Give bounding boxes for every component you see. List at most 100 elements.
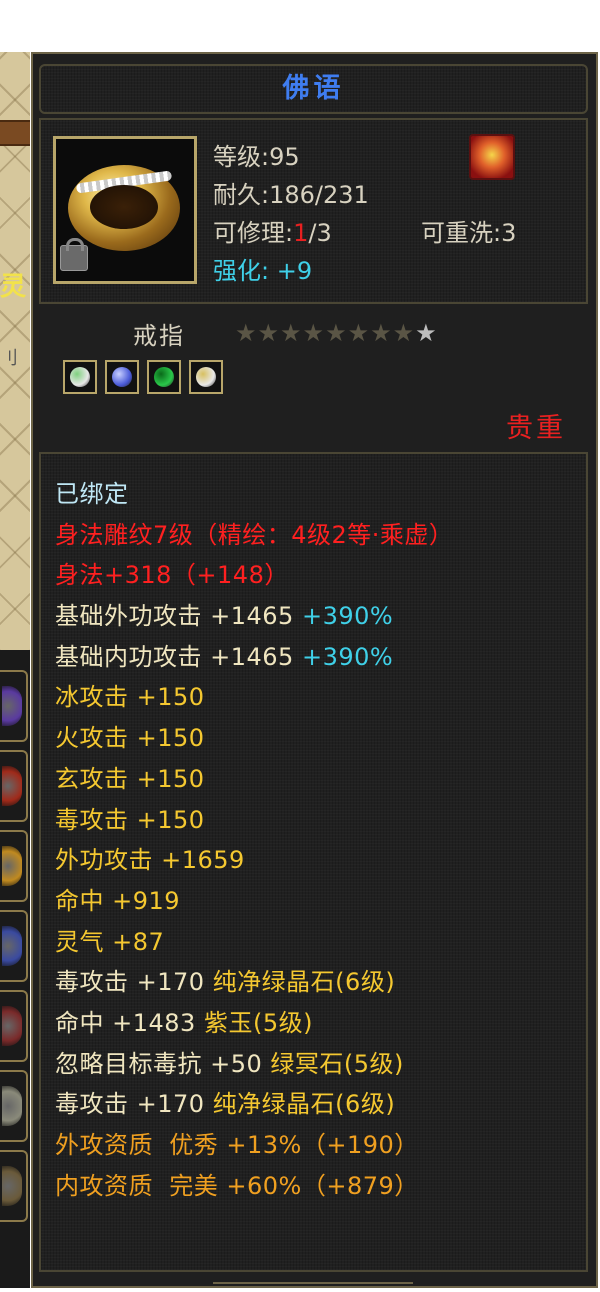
level-value: 95 — [269, 143, 300, 171]
equipment-slot-item-icon — [2, 766, 22, 806]
attribute-text: 内攻资质 完美 +60%（+879） — [55, 1171, 419, 1200]
rewash-label: 可重洗: — [421, 219, 502, 247]
attribute-text: 身法雕纹7级（精绘：4级2等·乘虚） — [55, 520, 454, 549]
attribute-text: 毒攻击 +170 — [55, 968, 213, 997]
attribute-line: 毒攻击 +150 — [55, 800, 453, 841]
attribute-text: 冰攻击 +150 — [55, 683, 205, 712]
equipment-slot-item-icon — [2, 1166, 22, 1206]
star-icon: ★ — [325, 319, 347, 347]
star-icon: ★ — [392, 319, 415, 347]
equipment-slot[interactable] — [0, 830, 28, 902]
white-gem-icon — [196, 367, 216, 387]
equipment-slot-item-icon — [2, 926, 22, 966]
attribute-text: 毒攻击 +150 — [55, 805, 205, 834]
star-icon: ★ — [302, 319, 325, 347]
attribute-text: 毒攻击 +170 — [55, 1090, 213, 1119]
attribute-line: 身法雕纹7级（精绘：4级2等·乘虚） — [55, 515, 453, 556]
level-label: 等级: — [213, 143, 270, 171]
attribute-text: 纯净绿晶石(6级) — [212, 1090, 396, 1119]
item-enhance: 强化: +9 — [213, 256, 312, 286]
attribute-list: 已绑定身法雕纹7级（精绘：4级2等·乘虚） 身法+318（+148） 基础外功攻击 … — [55, 474, 453, 1206]
background-text-fragment: 灵 — [0, 272, 27, 302]
attribute-text: 身法+318（+148） — [55, 561, 289, 590]
green-gem-icon — [154, 367, 174, 387]
attribute-line: 已绑定 — [55, 474, 453, 515]
equipment-slot[interactable] — [0, 750, 28, 822]
enhance-label: 强化: — [213, 257, 277, 285]
equipment-slot-item-icon — [2, 1006, 22, 1046]
attribute-text: +390% — [301, 602, 394, 631]
equipment-slot[interactable] — [0, 1070, 28, 1142]
attribute-line: 火攻击 +150 — [55, 718, 453, 759]
item-type: 戒指 — [133, 322, 185, 350]
attribute-text: 紫玉(5级) — [203, 1008, 313, 1037]
star-icon: ★ — [235, 319, 257, 347]
gem-slot[interactable] — [63, 360, 97, 394]
equipment-slot-column — [0, 650, 30, 1288]
attribute-line: 命中 +1483 紫玉(5级) — [55, 1003, 453, 1044]
attribute-text: 火攻击 +150 — [55, 724, 205, 753]
item-name: 佛语 — [282, 73, 345, 104]
game-background: 灵 刂 — [0, 52, 30, 1288]
attribute-text: 忽略目标毒抗 +50 — [55, 1049, 271, 1078]
item-tooltip: 佛语 等级:95 耐久:186/231 可修理:1/3 可重洗:3 强化: +9… — [31, 52, 598, 1288]
repair-label: 可修理: — [213, 219, 294, 247]
flame-badge-icon — [469, 134, 515, 180]
background-text-fragment-2: 刂 — [0, 348, 18, 369]
white-gem-icon — [70, 367, 90, 387]
item-rewashable: 可重洗:3 — [421, 218, 516, 248]
star-icon: ★ — [257, 319, 280, 347]
bottom-divider — [213, 1282, 413, 1292]
equipment-slot-item-icon — [2, 686, 22, 726]
equipment-slot-item-icon — [2, 846, 22, 886]
equipment-slot[interactable] — [0, 1150, 28, 1222]
attribute-line: 内攻资质 完美 +60%（+879） — [55, 1166, 453, 1207]
star-icon: ★ — [415, 319, 437, 347]
equipment-slot[interactable] — [0, 910, 28, 982]
rewash-value: 3 — [501, 219, 517, 247]
attribute-text: 基础内功攻击 +1465 — [55, 642, 302, 671]
attribute-line: 基础内功攻击 +1465 +390% — [55, 637, 453, 678]
equipment-slot-item-icon — [2, 1086, 22, 1126]
attribute-text: 命中 +1483 — [55, 1008, 204, 1037]
bound-lock-icon — [60, 238, 88, 271]
durability-label: 耐久: — [213, 181, 270, 209]
enhance-value: +9 — [276, 257, 313, 285]
repair-current: 1 — [293, 219, 309, 247]
gem-slot[interactable] — [147, 360, 181, 394]
gem-slot[interactable] — [105, 360, 139, 394]
attribute-text: 绿冥石(5级) — [270, 1049, 404, 1078]
item-icon-slot[interactable] — [53, 136, 197, 284]
socketed-gems — [63, 360, 223, 394]
attribute-line: 毒攻击 +170 纯净绿晶石(6级) — [55, 962, 453, 1003]
star-icon: ★ — [347, 319, 370, 347]
title-bar: 佛语 — [39, 64, 588, 114]
attribute-text: 外功攻击 +1659 — [55, 846, 245, 875]
attribute-panel: 已绑定身法雕纹7级（精绘：4级2等·乘虚） 身法+318（+148） 基础外功攻击 … — [39, 452, 588, 1272]
equipment-slot[interactable] — [0, 990, 28, 1062]
attribute-line: 身法+318（+148） — [55, 555, 453, 596]
attribute-line: 毒攻击 +170 纯净绿晶石(6级) — [55, 1084, 453, 1125]
attribute-text: 命中 +919 — [55, 886, 181, 915]
attribute-line: 玄攻击 +150 — [55, 759, 453, 800]
attribute-line: 命中 +919 — [55, 881, 453, 922]
item-info-panel: 等级:95 耐久:186/231 可修理:1/3 可重洗:3 强化: +9 — [39, 118, 588, 304]
attribute-line: 外功攻击 +1659 — [55, 840, 453, 881]
star-icon: ★ — [280, 319, 302, 347]
item-repairable: 可修理:1/3 — [213, 218, 332, 248]
item-durability: 耐久:186/231 — [213, 180, 369, 210]
star-icon: ★ — [370, 319, 392, 347]
attribute-text: 已绑定 — [55, 480, 129, 508]
equipment-slot[interactable] — [0, 670, 28, 742]
attribute-line: 外攻资质 优秀 +13%（+190） — [55, 1125, 453, 1166]
ring-hole — [90, 185, 158, 229]
repair-max: /3 — [308, 219, 332, 247]
attribute-line: 冰攻击 +150 — [55, 677, 453, 718]
item-rarity: 贵重 — [506, 413, 566, 444]
attribute-text: 灵气 +87 — [55, 927, 165, 956]
attribute-text: 玄攻击 +150 — [55, 764, 205, 793]
attribute-text: 基础外功攻击 +1465 — [55, 602, 302, 631]
attribute-line: 灵气 +87 — [55, 922, 453, 963]
blue-gem-icon — [112, 367, 132, 387]
gem-slot[interactable] — [189, 360, 223, 394]
